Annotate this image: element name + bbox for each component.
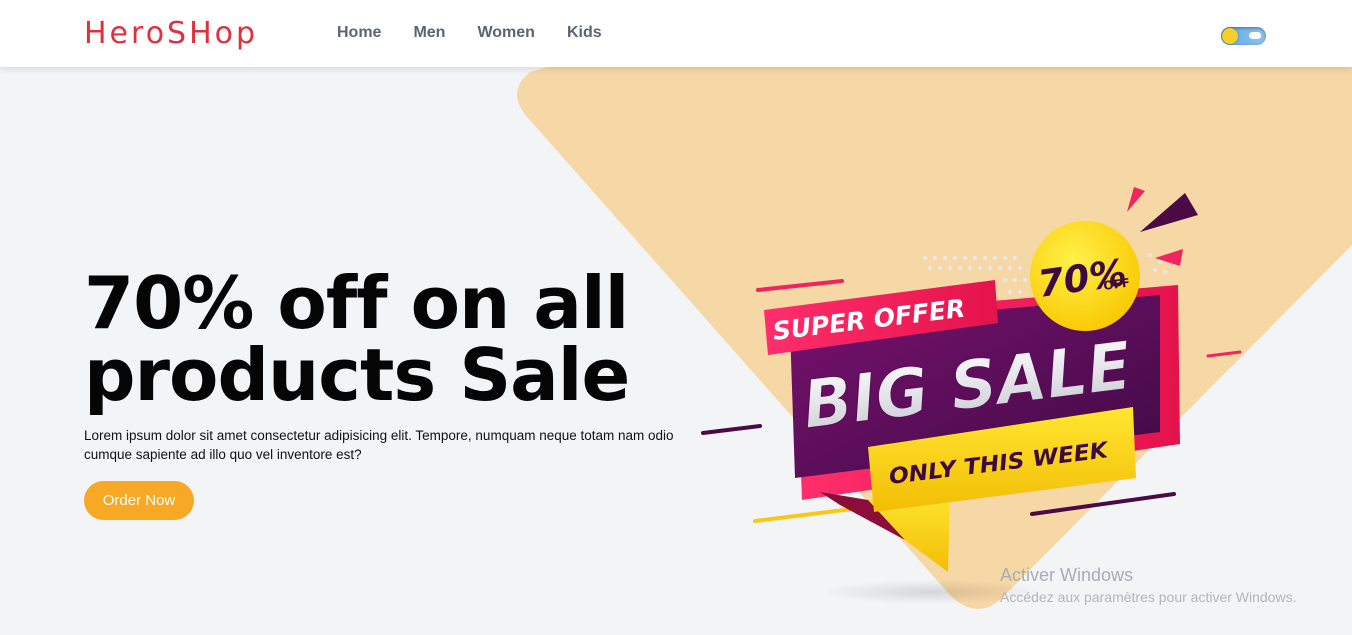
nav-link-home[interactable]: Home — [337, 23, 381, 43]
sun-icon — [1222, 28, 1238, 44]
brand-logo[interactable]: HeroSHop — [84, 16, 258, 52]
hero-title: 70% off on all products Sale — [84, 261, 630, 417]
nav-link-men[interactable]: Men — [413, 23, 445, 43]
navbar: HeroSHop Home Men Women Kids — [0, 0, 1352, 67]
cloud-icon — [1249, 32, 1261, 39]
windows-activation-subtitle: Accédez aux paramètres pour activer Wind… — [1000, 589, 1297, 605]
windows-activation-title: Activer Windows — [1000, 565, 1134, 585]
hero-description: Lorem ipsum dolor sit amet consectetur a… — [84, 428, 674, 462]
main-nav: Home Men Women Kids — [337, 23, 634, 43]
nav-link-kids[interactable]: Kids — [567, 23, 602, 43]
order-now-button[interactable]: Order Now — [84, 481, 194, 520]
theme-toggle[interactable] — [1221, 27, 1266, 45]
discount-badge: 70% OFF — [1030, 221, 1140, 331]
nav-link-women[interactable]: Women — [477, 23, 534, 43]
